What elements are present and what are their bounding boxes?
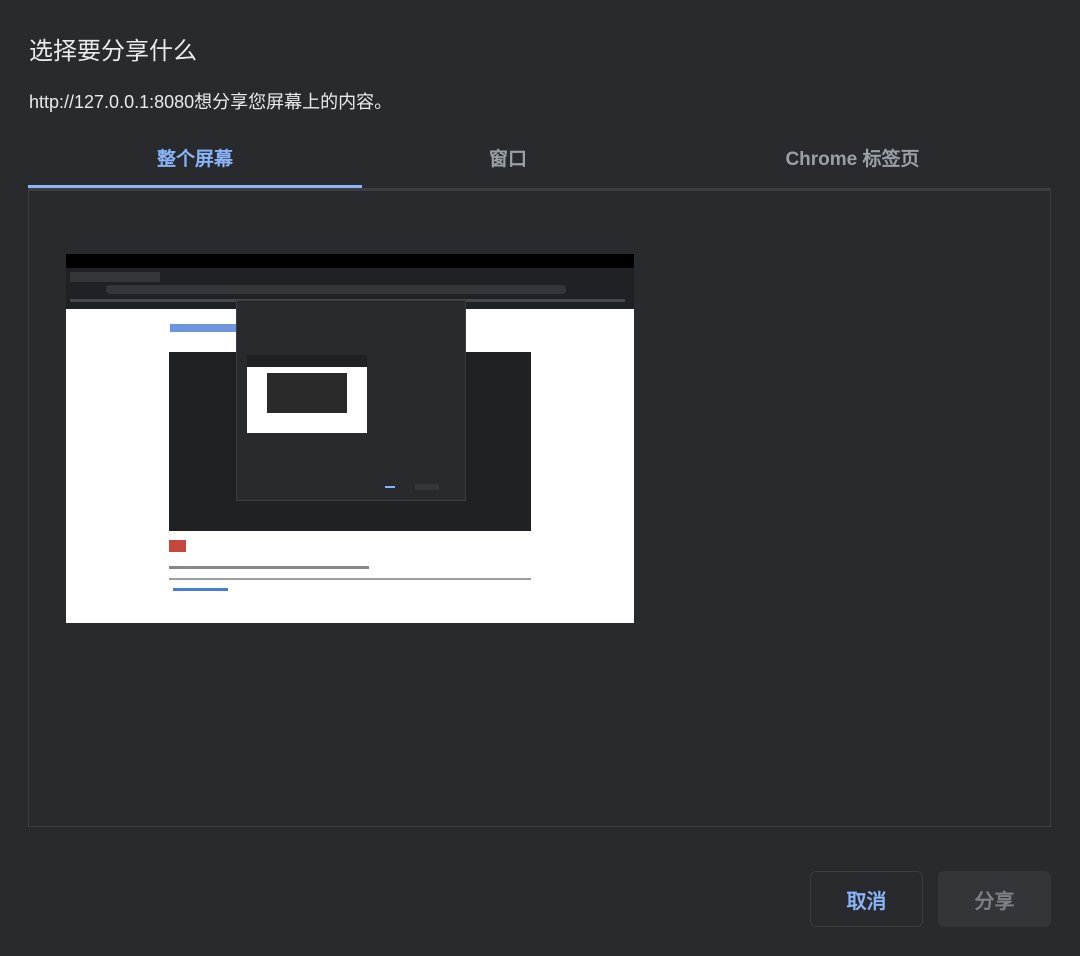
divider xyxy=(169,578,531,580)
cancel-button[interactable]: 取消 xyxy=(810,871,923,927)
red-button xyxy=(169,540,186,552)
menu-bar xyxy=(66,254,634,268)
nested-dialog xyxy=(236,300,466,501)
share-button[interactable]: 分享 xyxy=(938,871,1051,927)
page-link xyxy=(173,588,228,591)
screen-thumbnail[interactable] xyxy=(66,254,634,623)
page-heading xyxy=(170,324,240,332)
dialog-title: 选择要分享什么 xyxy=(29,38,197,65)
tab-entire-screen[interactable]: 整个屏幕 xyxy=(28,140,362,188)
page-text xyxy=(169,566,369,569)
tab-bar: 整个屏幕 窗口 Chrome 标签页 xyxy=(28,140,1051,191)
dialog-subtitle: http://127.0.0.1:8080想分享您屏幕上的内容。 xyxy=(29,92,393,112)
tab-chrome-tab[interactable]: Chrome 标签页 xyxy=(654,140,1051,185)
tab-window[interactable]: 窗口 xyxy=(362,140,654,185)
